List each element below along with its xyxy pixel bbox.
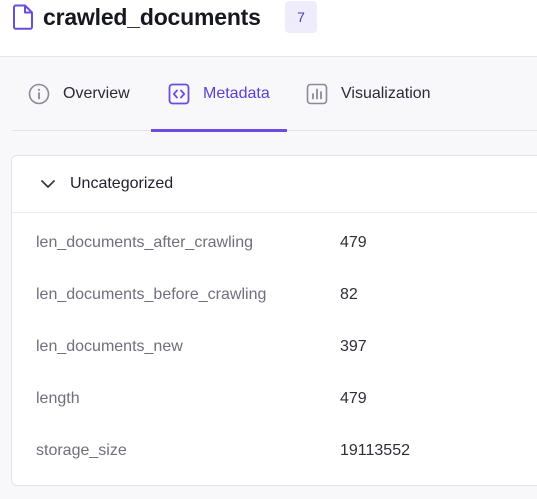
metadata-key: len_documents_after_crawling [36,234,254,251]
tab-bar: Overview Metadata Visualization [12,57,537,132]
metadata-row: len_documents_after_crawling 479 [12,220,537,272]
page-header: crawled_documents 7 [0,0,537,57]
metadata-page: crawled_documents 7 Overview Metadata Vi… [0,0,537,499]
metadata-value: 19113552 [340,442,410,459]
tab-metadata-label: Metadata [203,85,270,102]
file-icon [13,4,33,30]
count-badge: 7 [285,1,317,33]
metadata-row: len_documents_before_crawling 82 [12,272,537,324]
metadata-row: len_documents_new 397 [12,324,537,376]
section-toggle[interactable]: Uncategorized [12,156,537,213]
metadata-value: 82 [340,286,358,303]
metadata-key: len_documents_new [36,338,183,355]
tab-overview-label: Overview [63,85,130,102]
tab-metadata[interactable]: Metadata [151,57,287,132]
metadata-value: 479 [340,390,367,407]
metadata-key: length [36,390,80,407]
metadata-list: len_documents_after_crawling 479 len_doc… [12,220,537,480]
tab-visualization[interactable]: Visualization [306,57,431,131]
metadata-key: len_documents_before_crawling [36,286,267,303]
metadata-panel: Uncategorized len_documents_after_crawli… [11,155,537,486]
metadata-key: storage_size [36,442,127,459]
metadata-row: storage_size 19113552 [12,428,537,480]
tab-visualization-label: Visualization [341,85,431,102]
metadata-row: length 479 [12,376,537,428]
page-title: crawled_documents [43,4,261,30]
tab-overview[interactable]: Overview [28,57,130,131]
metadata-value: 479 [340,234,367,251]
section-title: Uncategorized [70,175,174,192]
metadata-value: 397 [340,338,367,355]
bar-chart-icon [306,83,328,105]
chevron-down-icon [41,180,55,188]
code-icon [168,83,190,105]
info-icon [28,83,50,105]
